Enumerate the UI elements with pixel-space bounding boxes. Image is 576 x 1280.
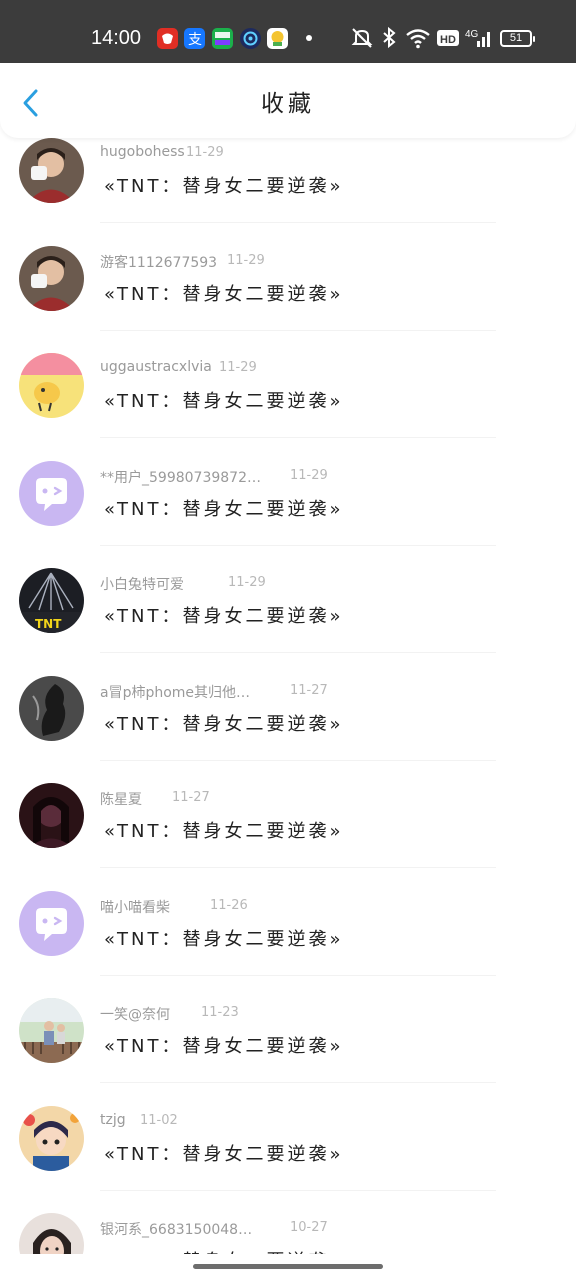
avatar[interactable] bbox=[19, 460, 84, 526]
favorite-date: 11-29 bbox=[219, 360, 257, 375]
item-meta: tzjg 11-02 bbox=[100, 1112, 178, 1132]
username[interactable]: 银河系_6683150048… bbox=[100, 1219, 252, 1239]
favorite-date: 11-29 bbox=[290, 467, 328, 483]
page-title: 收藏 bbox=[261, 91, 315, 117]
divider bbox=[100, 867, 496, 868]
divider bbox=[100, 437, 496, 438]
username[interactable]: 小白兔特可爱 bbox=[100, 574, 184, 594]
favorite-date: 11-27 bbox=[290, 682, 328, 698]
svg-text:TNT: TNT bbox=[35, 617, 62, 631]
status-time: 14:00 bbox=[91, 27, 142, 49]
wifi-icon bbox=[406, 29, 430, 49]
battery-icon: 51 bbox=[500, 30, 535, 47]
list-item[interactable]: 银河系_6683150048… 10-27 «TNT：替身女二要逆袭» bbox=[0, 1213, 576, 1254]
avatar[interactable] bbox=[19, 1105, 84, 1171]
game-app-icon bbox=[267, 28, 288, 49]
iqiyi-app-icon bbox=[212, 28, 233, 49]
favorite-date: 10-27 bbox=[290, 1220, 328, 1235]
avatar[interactable] bbox=[19, 783, 84, 848]
book-title[interactable]: «TNT：替身女二要逆袭» bbox=[104, 602, 344, 628]
list-item[interactable]: tzjg 11-02 «TNT：替身女二要逆袭» bbox=[0, 1105, 576, 1214]
favorites-list: hugobohess 11-29 «TNT：替身女二要逆袭» 游客1112677593… bbox=[0, 138, 576, 1254]
avatar[interactable] bbox=[19, 353, 84, 418]
favorite-date: 11-02 bbox=[140, 1112, 178, 1128]
mute-icon bbox=[351, 28, 373, 48]
browser-app-icon bbox=[240, 28, 261, 49]
list-item[interactable]: **用户_59980739872… 11-29 «TNT：替身女二要逆袭» bbox=[0, 460, 576, 569]
favorite-date: 11-27 bbox=[172, 790, 210, 805]
username[interactable]: **用户_59980739872… bbox=[100, 467, 261, 487]
bluetooth-icon bbox=[383, 26, 396, 49]
list-item[interactable]: hugobohess 11-29 «TNT：替身女二要逆袭» bbox=[0, 138, 576, 246]
book-title[interactable]: «TNT：替身女二要逆袭» bbox=[104, 1247, 344, 1254]
item-meta: 陈星夏 11-27 bbox=[100, 789, 210, 809]
alipay-app-icon: 支 bbox=[184, 28, 205, 49]
list-item[interactable]: 一笑@奈何 11-23 «TNT：替身女二要逆袭» bbox=[0, 998, 576, 1106]
divider bbox=[100, 652, 496, 653]
list-item[interactable]: 喵小喵看柴 11-26 «TNT：替身女二要逆袭» bbox=[0, 890, 576, 999]
home-indicator[interactable] bbox=[193, 1264, 383, 1269]
divider bbox=[100, 974, 496, 976]
list-item[interactable]: a冒p柿phome其归他… 11-27 «TNT：替身女二要逆袭» bbox=[0, 675, 576, 784]
list-item[interactable]: 陈星夏 11-27 «TNT：替身女二要逆袭» bbox=[0, 783, 576, 891]
book-title[interactable]: «TNT：替身女二要逆袭» bbox=[104, 172, 344, 198]
item-meta: 银河系_6683150048… 10-27 bbox=[100, 1219, 328, 1239]
network-label: 4G bbox=[465, 29, 479, 40]
divider bbox=[100, 1189, 496, 1191]
item-meta: uggaustracxlvia 11-29 bbox=[100, 359, 257, 379]
favorite-date: 11-29 bbox=[186, 145, 224, 160]
divider bbox=[100, 544, 496, 546]
book-title[interactable]: «TNT：替身女二要逆袭» bbox=[104, 925, 344, 951]
favorite-date: 11-23 bbox=[201, 1005, 239, 1020]
item-meta: **用户_59980739872… 11-29 bbox=[100, 467, 328, 487]
book-title[interactable]: «TNT：替身女二要逆袭» bbox=[104, 710, 344, 736]
list-item[interactable]: TNT 小白兔特可爱 11-29 «TNT：替身女二要逆袭» bbox=[0, 568, 576, 676]
divider bbox=[100, 329, 496, 331]
username[interactable]: uggaustracxlvia bbox=[100, 359, 212, 375]
book-title[interactable]: «TNT：替身女二要逆袭» bbox=[104, 387, 344, 413]
book-title[interactable]: «TNT：替身女二要逆袭» bbox=[104, 1140, 344, 1166]
status-bar: 14:00 支 HD 4G 51 bbox=[0, 0, 576, 63]
signal-4g-icon: 4G bbox=[465, 29, 490, 47]
list-item[interactable]: uggaustracxlvia 11-29 «TNT：替身女二要逆袭» bbox=[0, 353, 576, 461]
book-title[interactable]: «TNT：替身女二要逆袭» bbox=[104, 495, 344, 521]
username[interactable]: 陈星夏 bbox=[100, 789, 142, 809]
divider bbox=[100, 759, 496, 761]
item-meta: 小白兔特可爱 11-29 bbox=[100, 574, 266, 594]
avatar[interactable] bbox=[19, 890, 84, 956]
battery-level: 51 bbox=[509, 32, 523, 44]
item-meta: 一笑@奈何 11-23 bbox=[100, 1004, 239, 1024]
book-title[interactable]: «TNT：替身女二要逆袭» bbox=[104, 1032, 344, 1058]
username[interactable]: a冒p柿phome其归他… bbox=[100, 682, 250, 702]
avatar[interactable] bbox=[19, 138, 84, 203]
notification-dot bbox=[306, 35, 312, 41]
hd-icon: HD bbox=[437, 30, 459, 46]
list-item[interactable]: 游客1112677593 11-29 «TNT：替身女二要逆袭» bbox=[0, 245, 576, 354]
divider bbox=[100, 222, 496, 223]
item-meta: 喵小喵看柴 11-26 bbox=[100, 897, 248, 917]
username[interactable]: 喵小喵看柴 bbox=[100, 897, 170, 917]
item-meta: hugobohess 11-29 bbox=[100, 144, 224, 164]
book-title[interactable]: «TNT：替身女二要逆袭» bbox=[104, 817, 344, 843]
avatar[interactable]: TNT bbox=[19, 568, 84, 633]
username[interactable]: 一笑@奈何 bbox=[100, 1004, 170, 1024]
favorite-date: 11-29 bbox=[228, 575, 266, 590]
item-meta: 游客1112677593 11-29 bbox=[100, 252, 265, 272]
username[interactable]: hugobohess bbox=[100, 144, 185, 160]
favorite-date: 11-26 bbox=[210, 897, 248, 913]
favorite-date: 11-29 bbox=[227, 252, 265, 268]
pinduoduo-app-icon bbox=[157, 28, 178, 49]
divider bbox=[100, 1082, 496, 1083]
book-title[interactable]: «TNT：替身女二要逆袭» bbox=[104, 280, 344, 306]
item-meta: a冒p柿phome其归他… 11-27 bbox=[100, 682, 328, 702]
svg-text:支: 支 bbox=[188, 32, 202, 48]
username[interactable]: tzjg bbox=[100, 1112, 126, 1128]
avatar[interactable] bbox=[19, 998, 84, 1063]
avatar[interactable] bbox=[19, 1213, 84, 1254]
hd-label: HD bbox=[440, 34, 456, 46]
page-header: 收藏 bbox=[0, 63, 576, 138]
username[interactable]: 游客1112677593 bbox=[100, 252, 217, 272]
avatar[interactable] bbox=[19, 245, 84, 311]
avatar[interactable] bbox=[19, 675, 84, 741]
